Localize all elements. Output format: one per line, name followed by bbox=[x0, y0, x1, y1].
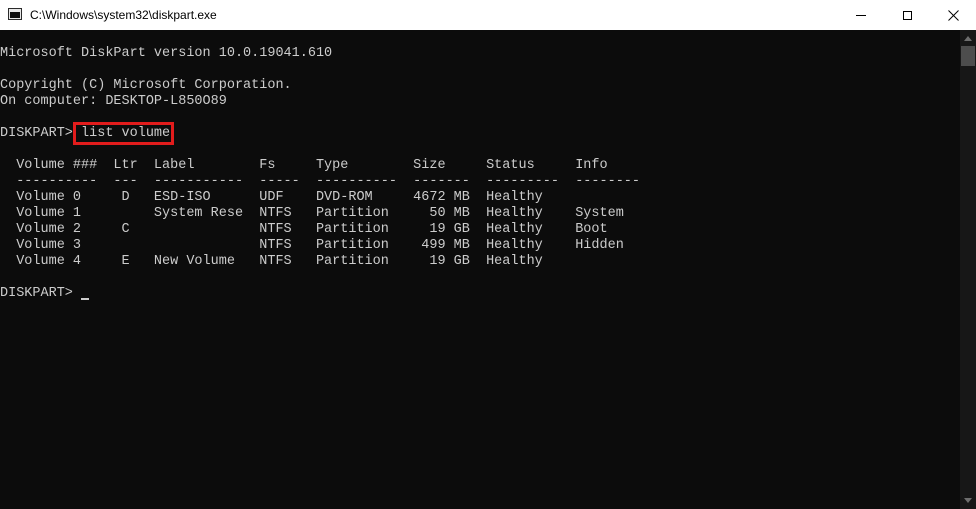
table-rule: ---------- --- ----------- ----- -------… bbox=[0, 174, 641, 189]
window-title: C:\Windows\system32\diskpart.exe bbox=[30, 8, 217, 22]
scroll-down-icon[interactable] bbox=[964, 498, 972, 503]
maximize-icon bbox=[902, 10, 912, 20]
vertical-scrollbar[interactable] bbox=[960, 30, 976, 509]
title-bar[interactable]: C:\Windows\system32\diskpart.exe bbox=[0, 0, 976, 30]
table-row: Volume 0 D ESD-ISO UDF DVD-ROM 4672 MB H… bbox=[0, 190, 543, 205]
console-window: C:\Windows\system32\diskpart.exe Microso… bbox=[0, 0, 976, 509]
command-highlight-box bbox=[73, 122, 174, 145]
table-row: Volume 2 C NTFS Partition 19 GB Healthy … bbox=[0, 222, 608, 237]
close-icon bbox=[947, 9, 959, 21]
minimize-icon bbox=[856, 14, 866, 16]
table-header: Volume ### Ltr Label Fs Type Size Status… bbox=[0, 158, 608, 173]
scroll-up-icon[interactable] bbox=[964, 36, 972, 41]
maximize-button[interactable] bbox=[884, 0, 930, 30]
table-row: Volume 1 System Rese NTFS Partition 50 M… bbox=[0, 206, 624, 221]
table-row: Volume 4 E New Volume NTFS Partition 19 … bbox=[0, 254, 543, 269]
text-cursor bbox=[81, 298, 89, 300]
copyright-line: Copyright (C) Microsoft Corporation. bbox=[0, 78, 292, 93]
scroll-thumb[interactable] bbox=[961, 46, 975, 66]
close-button[interactable] bbox=[930, 0, 976, 30]
prompt: DISKPART> bbox=[0, 126, 82, 141]
console-app-icon[interactable] bbox=[8, 8, 22, 20]
table-row: Volume 3 NTFS Partition 499 MB Healthy H… bbox=[0, 238, 624, 253]
version-line: Microsoft DiskPart version 10.0.19041.61… bbox=[0, 46, 333, 61]
computer-line: On computer: DESKTOP-L850O89 bbox=[0, 94, 227, 109]
minimize-button[interactable] bbox=[838, 0, 884, 30]
final-prompt: DISKPART> bbox=[0, 286, 82, 301]
console-output[interactable]: Microsoft DiskPart version 10.0.19041.61… bbox=[0, 30, 960, 509]
